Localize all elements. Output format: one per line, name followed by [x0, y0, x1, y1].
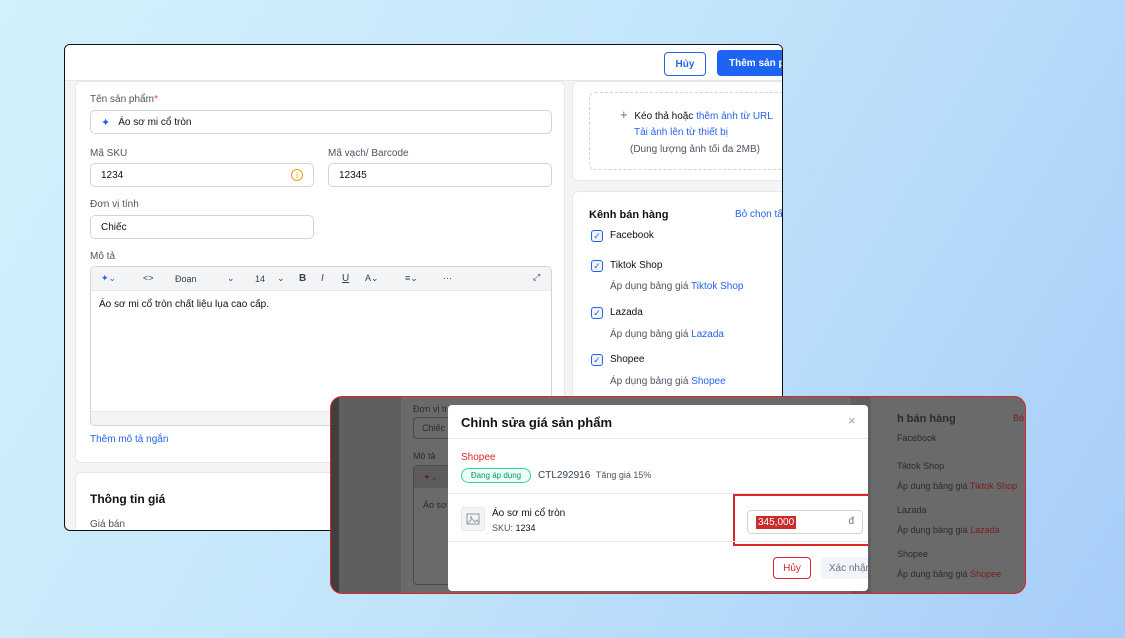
deselect-all-link[interactable]: Bỏ chọn tấ: [735, 209, 782, 220]
editor-toolbar: ✦⌄ <> Đoạn ⌄ 14 ⌄ B I U A⌄ ≡⌄ ··· ⤢: [91, 267, 551, 291]
ai-assist-icon[interactable]: ✦⌄: [101, 273, 116, 284]
paragraph-select[interactable]: Đoạn: [175, 274, 197, 284]
channel-checkbox-lazada[interactable]: ✓: [591, 307, 603, 319]
modal-title: Chỉnh sửa giá sản phẩm: [461, 415, 612, 430]
font-size-select[interactable]: 14: [255, 274, 265, 284]
check-icon: ✓: [593, 354, 601, 365]
lazada-price-list-link[interactable]: Lazada: [691, 329, 724, 340]
check-icon: ✓: [593, 260, 601, 271]
add-from-url-link[interactable]: thêm ảnh từ URL: [696, 111, 773, 122]
dim-apply-shopee: Áp dụng bảng giá Shopee: [897, 569, 1002, 579]
dim-shopee: Shopee: [897, 549, 929, 559]
barcode-input[interactable]: 12345: [328, 163, 552, 187]
align-icon[interactable]: ≡⌄: [405, 273, 418, 284]
modal-confirm-button[interactable]: Xác nhận: [821, 557, 868, 579]
plus-icon: +: [620, 107, 628, 122]
barcode-label: Mã vạch/ Barcode: [328, 148, 409, 159]
channel-checkbox-facebook[interactable]: ✓: [591, 230, 603, 242]
channel-name-facebook: Facebook: [610, 230, 654, 241]
channel-name-tiktok: Tiktok Shop: [610, 260, 663, 271]
tiktok-price-list-link[interactable]: Tiktok Shop: [691, 281, 743, 292]
description-label: Mô tả: [90, 251, 116, 262]
price-rule: Tăng giá 15%: [595, 470, 652, 480]
dim-unit-input: Chiếc: [413, 417, 453, 439]
sku-label: Mã SKU: [90, 148, 128, 159]
close-icon[interactable]: ×: [848, 413, 856, 428]
dim-edge-left: [331, 397, 339, 593]
dim-deselect: Bỏ: [1013, 413, 1025, 423]
unit-label: Đơn vị tính: [90, 199, 139, 210]
upload-drag-text: Kéo thả hoặc: [634, 111, 694, 122]
sparkle-icon: ✦: [101, 116, 111, 129]
sku-input[interactable]: 1234 i: [90, 163, 314, 187]
modal-product-sku: SKU: 1234: [492, 523, 536, 533]
code-view-icon[interactable]: <>: [143, 273, 154, 283]
check-icon: ✓: [593, 307, 601, 318]
channel-name-shopee: Shopee: [610, 354, 645, 365]
expand-icon[interactable]: ⤢: [533, 272, 540, 283]
upload-dropzone[interactable]: + Kéo thả hoặc thêm ảnh từ URL Tải ảnh l…: [589, 92, 782, 170]
channel-price-list-lazada: Áp dụng bảng giá Lazada: [610, 329, 724, 340]
check-icon: ✓: [593, 230, 601, 241]
modal-product-name: Áo sơ mi cổ tròn: [492, 508, 566, 519]
dim-ai-icon: ✦⌄: [423, 472, 439, 482]
add-short-description-link[interactable]: Thêm mô tả ngắn: [90, 434, 168, 445]
channels-title: Kênh bán hàng: [589, 209, 669, 221]
price-highlight-box: [733, 494, 868, 546]
upload-from-device-link[interactable]: Tải ảnh lên từ thiết bị: [634, 127, 728, 138]
channel-price-list-shopee: Áp dụng bảng giá Shopee: [610, 376, 726, 387]
cancel-button[interactable]: Hủy: [664, 52, 706, 76]
text-color-icon[interactable]: A⌄: [365, 273, 379, 284]
bold-button[interactable]: B: [299, 273, 306, 284]
channel-checkbox-tiktok[interactable]: ✓: [591, 260, 603, 272]
unit-input[interactable]: Chiếc: [90, 215, 314, 239]
sku-value: 1234: [101, 169, 124, 181]
add-product-button[interactable]: Thêm sản p: [717, 50, 782, 76]
dim-lazada: Lazada: [897, 505, 927, 515]
channel-price-list-tiktok: Áp dụng bảng giá Tiktok Shop: [610, 281, 744, 292]
status-badge: Đang áp dụng: [461, 468, 531, 483]
channel-checkbox-shopee[interactable]: ✓: [591, 354, 603, 366]
dim-channels-title: h bán hàng: [897, 413, 956, 425]
dim-desc-label: Mô tả: [413, 451, 436, 461]
price-section-title: Thông tin giá: [90, 492, 166, 506]
underline-button[interactable]: U: [342, 273, 349, 284]
price-list-code: CTL292916: [538, 470, 591, 481]
product-name-label: Tên sản phẩm*: [90, 94, 158, 105]
italic-button[interactable]: I: [321, 273, 324, 284]
product-name-value: Áo sơ mi cổ tròn: [118, 116, 192, 128]
zoomed-price-edit-callout: Đơn vị tí Chiếc Mô tả ✦⌄ Áo sơ h bán hàn…: [330, 396, 1026, 594]
upload-limit-text: (Dung lượng ảnh tối đa 2MB): [630, 144, 760, 155]
chevron-down-icon[interactable]: ⌄: [227, 273, 235, 284]
image-upload-card: + Kéo thả hoặc thêm ảnh từ URL Tải ảnh l…: [572, 81, 782, 181]
dim-apply-tiktok: Áp dụng bảng giá Tiktok Shop: [897, 481, 1018, 491]
chevron-down-icon[interactable]: ⌄: [277, 273, 285, 284]
dim-unit-label: Đơn vị tí: [413, 404, 447, 414]
dim-facebook: Facebook: [897, 433, 937, 443]
top-action-bar: Hủy Thêm sản p: [65, 45, 782, 81]
dim-apply-lazada: Áp dụng bảng giá Lazada: [897, 525, 1000, 535]
channel-name-lazada: Lazada: [610, 307, 643, 318]
edit-price-modal: Chỉnh sửa giá sản phẩm × Shopee Đang áp …: [448, 405, 868, 591]
dim-channels-panel: [871, 397, 1025, 593]
row-divider-bottom: [448, 541, 868, 542]
description-text: Áo sơ mi cổ tròn chất liệu lụa cao cấp.: [99, 299, 269, 310]
product-name-input[interactable]: ✦ Áo sơ mi cổ tròn: [90, 110, 552, 134]
sale-price-label: Giá bán: [90, 519, 126, 530]
image-placeholder-icon: [461, 507, 485, 531]
dim-tiktok: Tiktok Shop: [897, 461, 945, 471]
modal-channel-name: Shopee: [461, 452, 496, 463]
more-options-icon[interactable]: ···: [443, 273, 452, 283]
dim-desc-editor: ✦⌄ Áo sơ: [413, 465, 453, 585]
modal-cancel-button[interactable]: Hủy: [773, 557, 811, 579]
info-warning-icon: i: [291, 169, 303, 181]
shopee-price-list-link[interactable]: Shopee: [691, 376, 725, 387]
modal-divider: [448, 438, 868, 439]
price-list-info: CTL292916 Tăng giá 15%: [538, 470, 651, 481]
